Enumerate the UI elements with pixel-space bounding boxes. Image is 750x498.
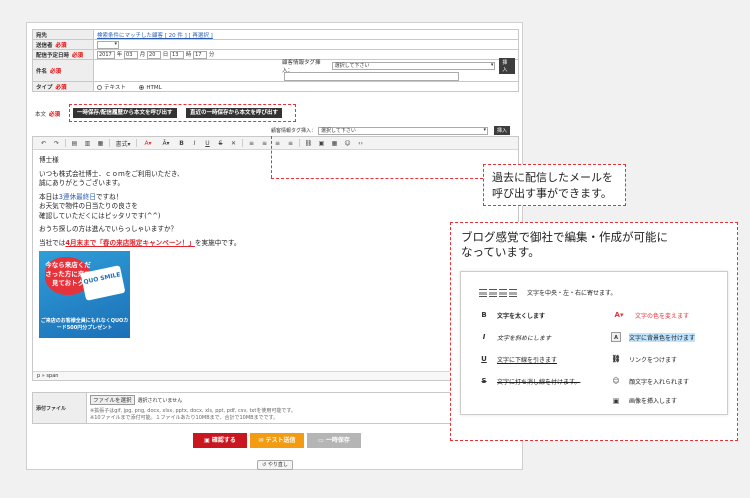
image-icon: ▣ [612, 397, 620, 405]
body-tag-select[interactable]: 選択して下さい [318, 126, 489, 135]
quo-card-banner-image: 今なら来店くださった方に来て見ておトク QUO SMILE ご来店のお客様全員に… [39, 251, 130, 338]
editor-features-callout: ブログ感覚で御社で編集・作成が可能になっています。 文字を中央・左・右に寄せます… [450, 222, 738, 441]
history-callout: 過去に配信したメールを呼び出す事ができます。 [483, 164, 626, 206]
cut-icon[interactable]: ▦ [94, 140, 107, 147]
source-code-icon[interactable]: ‹› [354, 140, 367, 147]
table-icon[interactable]: ▦ [328, 140, 341, 147]
body-insert-button[interactable]: 挿入 [494, 126, 511, 135]
highlight-color-icon[interactable]: Ā▾ [157, 140, 175, 147]
bold-icon: B [481, 311, 487, 319]
strikethrough-icon: S [481, 377, 487, 385]
connector-line-vertical [271, 136, 272, 178]
required-badge: 必須 [55, 42, 67, 49]
connector-line-horizontal [271, 178, 483, 179]
font-color-icon: A▾ [614, 311, 624, 319]
paste-icon[interactable]: ▤ [68, 140, 81, 147]
subject-tag-select[interactable]: 選択して下さい [331, 61, 496, 70]
subject-insert-button[interactable]: 挿入 [499, 57, 515, 74]
confirm-button[interactable]: ▣ 確認する [193, 433, 247, 448]
bold-icon[interactable]: B [175, 140, 188, 147]
font-color-icon[interactable]: A▾ [139, 140, 157, 147]
attachment-table: 添付ファイル ファイルを選択 選択されていません ※拡張子はgif, jpg, p… [32, 392, 519, 424]
type-label: タイプ [36, 84, 53, 91]
redo-icon[interactable]: ↷ [50, 140, 63, 147]
test-send-button[interactable]: ✉ テスト送信 [250, 433, 304, 448]
align-center-icon[interactable]: ≡ [258, 140, 271, 147]
hour-select[interactable]: 13 [170, 50, 185, 59]
sender-select[interactable] [97, 40, 119, 49]
align-center-icon [489, 288, 497, 297]
type-text-radio[interactable] [97, 84, 102, 90]
file-status: 選択されていません [137, 398, 183, 404]
italic-icon: I [482, 333, 486, 341]
copy-icon[interactable]: ▥ [81, 140, 94, 147]
underline-icon[interactable]: U [201, 140, 214, 147]
editor-toolbar: ↶ ↷ ▤ ▥ ▦ 書式▾ A▾ Ā▾ B I U S ✕ ≡ ≡ ≡ ≡ ⛓ … [33, 137, 518, 150]
campaign-link[interactable]: 4月末まで「春の来店限定キャンペーン！」 [65, 239, 195, 247]
sender-label: 送信者 [36, 42, 53, 49]
rich-text-editor[interactable]: ↶ ↷ ▤ ▥ ▦ 書式▾ A▾ Ā▾ B I U S ✕ ≡ ≡ ≡ ≡ ⛓ … [32, 136, 519, 381]
tag-insert-label: 顧客情報タグ挿入： [282, 59, 321, 74]
align-justify-icon[interactable]: ≡ [284, 140, 297, 147]
emoji-icon: ☺ [612, 377, 620, 385]
link-icon: ⛓ [611, 355, 621, 363]
align-right-icon [499, 288, 507, 297]
minute-select[interactable]: 17 [193, 50, 208, 59]
link-icon[interactable]: ⛓ [302, 140, 315, 147]
quo-caption: ご来店のお客様全員にもれなくQUOカード500円分プレゼント [40, 318, 129, 331]
highlight-color-icon: A [611, 332, 621, 342]
align-left-icon[interactable]: ≡ [245, 140, 258, 147]
editor-statusbar: p » span [33, 371, 518, 380]
clear-format-icon[interactable]: ✕ [227, 140, 240, 147]
emoji-icon[interactable]: ☺ [341, 140, 354, 147]
attach-label: 添付ファイル [32, 392, 87, 424]
align-left-icon [479, 288, 487, 297]
align-justify-icon [509, 288, 517, 297]
editor-content[interactable]: 博士様 いつも株式会社博士．ｃｏｍをご利用いただき、 誠にありがとうございます。 … [33, 150, 518, 344]
day-select[interactable]: 20 [147, 50, 162, 59]
year-select[interactable]: 2017 [97, 50, 115, 59]
reset-button[interactable]: ↺ やり直し [257, 460, 293, 470]
month-select[interactable]: 03 [124, 50, 139, 59]
draft-save-button[interactable]: ▭ 一時保存 [307, 433, 361, 448]
features-panel: 文字を中央・左・右に寄せます。 B 文字を太くします I 文字を斜めにします U 文字… [460, 271, 728, 415]
load-history-button[interactable]: 一時保存/配信履歴から本文を呼び出す [73, 108, 177, 118]
features-title: ブログ感覚で御社で編集・作成が可能になっています。 [461, 230, 668, 259]
load-latest-draft-button[interactable]: 直近の一時保存から本文を呼び出す [186, 108, 283, 118]
image-icon[interactable]: ▣ [315, 140, 328, 147]
choose-file-button[interactable]: ファイルを選択 [90, 395, 135, 405]
content-line: 博士様 [39, 156, 59, 164]
type-html-radio[interactable] [139, 84, 145, 90]
strikethrough-icon[interactable]: S [214, 140, 227, 147]
mail-form-panel: 宛先 検索条件にマッチした顧客 [ 20 件 ] [ 再選択 ] 送信者必須 配… [26, 22, 523, 470]
italic-icon[interactable]: I [188, 140, 201, 147]
style-dropdown[interactable]: 書式▾ [112, 139, 134, 148]
recipient-label: 宛先 [32, 29, 94, 40]
body-label: 本文 必須 [35, 112, 61, 118]
undo-icon[interactable]: ↶ [37, 140, 50, 147]
recipient-link[interactable]: 検索条件にマッチした顧客 [ 20 件 ] [ 再選択 ] [97, 33, 213, 39]
align-right-icon[interactable]: ≡ [271, 140, 284, 147]
body-tag-insert: 顧客情報タグ挿入： 選択して下さい 挿入 [271, 126, 511, 135]
mail-header-form: 宛先 検索条件にマッチした顧客 [ 20 件 ] [ 再選択 ] 送信者必須 配… [32, 29, 519, 92]
schedule-label: 配信予定日時 [36, 52, 70, 59]
subject-label: 件名 [36, 68, 48, 75]
underline-icon: U [481, 355, 487, 363]
